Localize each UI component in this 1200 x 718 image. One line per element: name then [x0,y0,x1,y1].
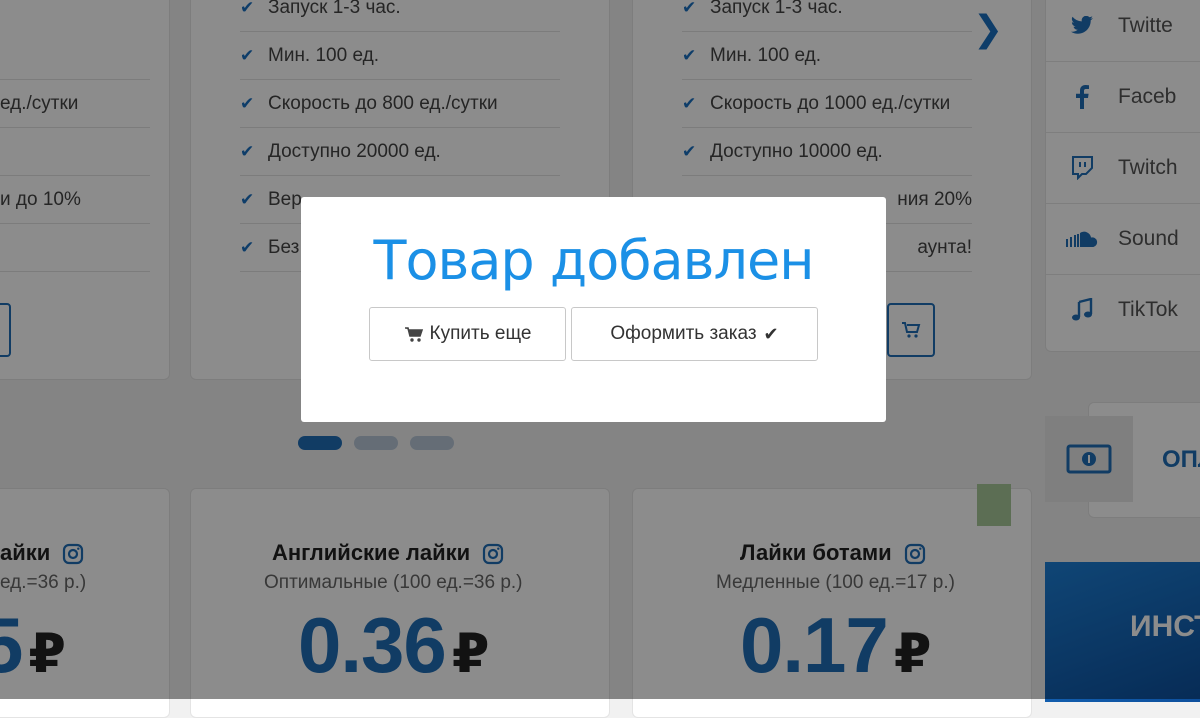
modal-title: Товар добавлен [373,229,814,292]
check-icon: ✔ [763,323,779,344]
cart-added-modal: Товар добавлен Купить еще Оформить заказ… [301,197,886,422]
buy-more-button[interactable]: Купить еще [369,307,566,361]
checkout-button[interactable]: Оформить заказ ✔ [571,307,818,361]
cart-icon [404,326,423,342]
